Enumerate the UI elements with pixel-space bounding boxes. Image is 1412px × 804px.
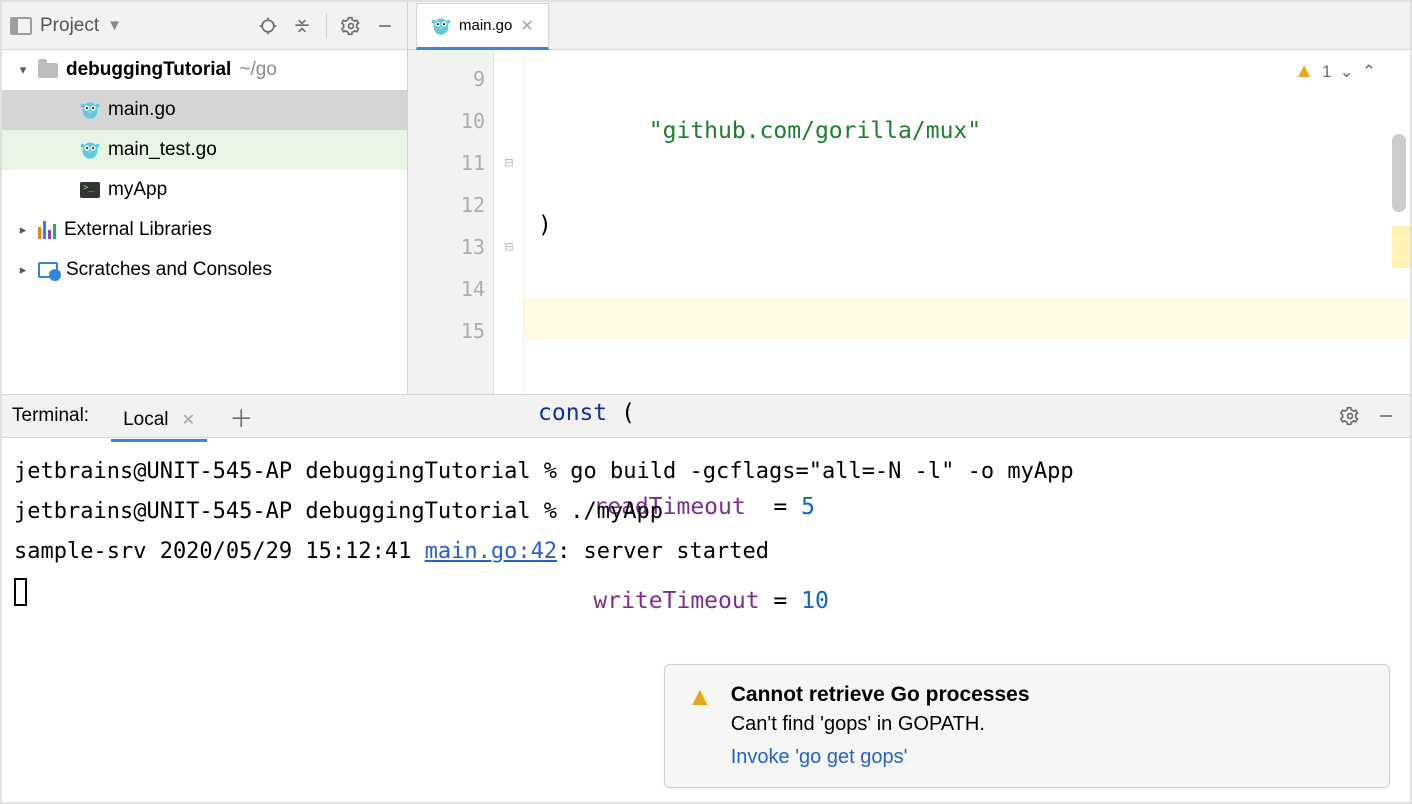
tree-root-name: debuggingTutorial — [66, 59, 231, 81]
code-editor[interactable]: 9101112131415 ⊟⊟ "github.com/gorilla/mux… — [408, 50, 1410, 394]
inspection-widget[interactable]: ▲ 1 ⌄ ⌃ — [1294, 60, 1376, 83]
separator — [326, 13, 327, 39]
code-line-current — [524, 298, 1410, 340]
terminal-tab-label: Local — [123, 409, 168, 430]
close-tab-icon[interactable]: ✕ — [520, 16, 533, 36]
editor-tab-main-go[interactable]: main.go ✕ — [416, 3, 549, 50]
code-text: ( — [607, 400, 635, 426]
terminal-cursor — [14, 578, 27, 606]
error-stripe-mark[interactable] — [1392, 226, 1410, 268]
tree-file-label: main.go — [108, 99, 176, 121]
terminal-tab-local[interactable]: Local ✕ — [111, 409, 207, 442]
warning-icon: ▲ — [687, 683, 713, 769]
folder-icon — [38, 63, 58, 78]
terminal-line: sample-srv 2020/05/29 15:12:41 main.go:4… — [14, 532, 1398, 572]
project-tool-label[interactable]: Project — [40, 15, 99, 37]
tree-root-path: ~/go — [239, 59, 277, 81]
project-toolbar: Project ▼ — [2, 2, 408, 50]
editor-tab-label: main.go — [459, 17, 512, 34]
notification-title: Cannot retrieve Go processes — [731, 683, 1030, 707]
code-string: "github.com/gorilla/mux" — [593, 118, 981, 144]
notification-popup: ▲ Cannot retrieve Go processes Can't fin… — [664, 664, 1390, 788]
code-keyword: const — [538, 400, 607, 426]
notification-body: Can't find 'gops' in GOPATH. — [731, 713, 1030, 736]
scratch-icon — [38, 262, 58, 278]
notification-action-link[interactable]: Invoke 'go get gops' — [731, 746, 1030, 769]
tree-file-label: main_test.go — [108, 139, 217, 161]
terminal-output[interactable]: jetbrains@UNIT-545-AP debuggingTutorial … — [2, 438, 1410, 626]
project-dropdown-icon[interactable]: ▼ — [107, 17, 122, 34]
inspection-count: 1 — [1322, 62, 1331, 82]
tree-file-label: myApp — [108, 179, 167, 201]
chevron-right-icon[interactable]: ▸ — [16, 262, 30, 278]
settings-icon[interactable] — [337, 12, 365, 40]
library-icon — [38, 221, 56, 239]
code-area[interactable]: "github.com/gorilla/mux" ) const ( readT… — [524, 50, 1410, 394]
line-number-gutter: 9101112131415 — [408, 50, 494, 394]
project-view-icon — [10, 17, 32, 35]
tree-scratches[interactable]: ▸ Scratches and Consoles — [2, 250, 407, 290]
binary-icon — [80, 182, 100, 198]
warning-icon: ▲ — [1294, 60, 1314, 83]
tree-label: External Libraries — [64, 219, 212, 241]
code-line: ) — [524, 204, 1410, 246]
terminal-line: jetbrains@UNIT-545-AP debuggingTutorial … — [14, 492, 1398, 532]
hide-tool-icon[interactable] — [371, 12, 399, 40]
go-file-icon — [80, 100, 100, 120]
new-terminal-icon[interactable]: ＋ — [229, 399, 253, 434]
terminal-title: Terminal: — [12, 405, 89, 427]
collapse-all-icon[interactable] — [288, 12, 316, 40]
locate-icon[interactable] — [254, 12, 282, 40]
close-tab-icon[interactable]: ✕ — [182, 412, 195, 429]
chevron-down-icon[interactable]: ⌄ — [1340, 62, 1354, 82]
go-file-icon — [80, 140, 100, 160]
tree-file-main-go[interactable]: main.go — [2, 90, 407, 130]
fold-gutter: ⊟⊟ — [494, 50, 524, 394]
tree-file-myapp[interactable]: myApp — [2, 170, 407, 210]
go-file-icon — [431, 16, 451, 36]
terminal-file-link[interactable]: main.go:42 — [425, 539, 557, 564]
tree-external-libraries[interactable]: ▸ External Libraries — [2, 210, 407, 250]
terminal-line: jetbrains@UNIT-545-AP debuggingTutorial … — [14, 452, 1398, 492]
chevron-up-icon[interactable]: ⌃ — [1362, 62, 1376, 82]
tree-file-main-test-go[interactable]: main_test.go — [2, 130, 407, 170]
project-tree: ▾ debuggingTutorial ~/go main.go main_te… — [2, 50, 408, 394]
chevron-right-icon[interactable]: ▸ — [16, 222, 30, 238]
editor-tab-bar: main.go ✕ — [408, 2, 1410, 50]
tree-label: Scratches and Consoles — [66, 259, 272, 281]
editor-scrollbar[interactable] — [1392, 134, 1406, 212]
chevron-down-icon[interactable]: ▾ — [16, 62, 30, 78]
tree-root[interactable]: ▾ debuggingTutorial ~/go — [2, 50, 407, 90]
